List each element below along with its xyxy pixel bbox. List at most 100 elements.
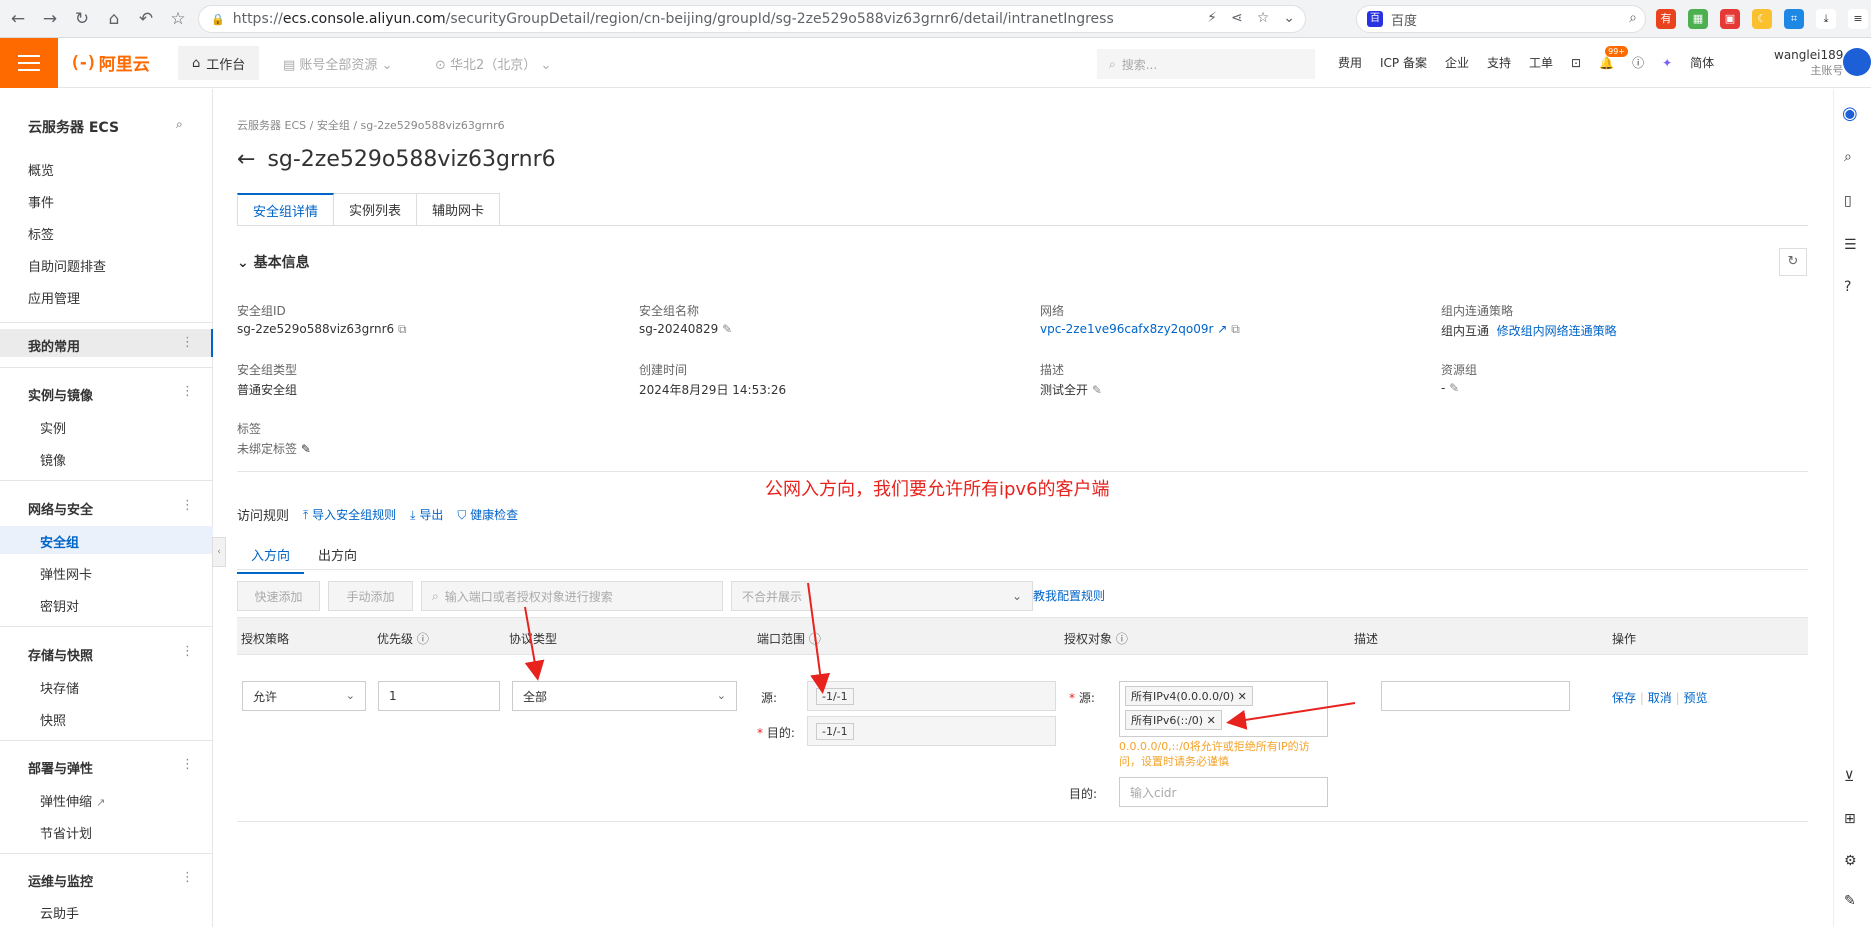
refresh-icon[interactable]: ↻: [1779, 248, 1807, 276]
home-icon[interactable]: ⌂: [100, 5, 128, 33]
sidebar-group-favorites[interactable]: 我的常用: [28, 336, 80, 355]
more-icon[interactable]: ⋮: [181, 757, 194, 772]
language-switch[interactable]: 简体: [1690, 54, 1714, 71]
description-input[interactable]: [1381, 681, 1570, 711]
sidebar-item-block-storage[interactable]: 块存储: [40, 678, 79, 697]
nav-icp[interactable]: ICP 备案: [1380, 54, 1427, 71]
search-icon[interactable]: ⌕: [176, 117, 183, 132]
sidebar-item-snapshot[interactable]: 快照: [40, 710, 66, 729]
breadcrumb-sg[interactable]: 安全组: [317, 119, 350, 132]
sidebar-group-network[interactable]: 网络与安全: [28, 499, 93, 518]
region-selector[interactable]: ⊙ 华北2（北京） ⌄: [435, 54, 551, 73]
more-icon[interactable]: ⋮: [181, 870, 194, 885]
basic-info-header[interactable]: ⌄ 基本信息: [237, 252, 310, 272]
pdf-icon[interactable]: ▣: [1720, 9, 1740, 29]
workbench-button[interactable]: ⌂ 工作台: [178, 46, 260, 80]
copy-icon[interactable]: ⧉: [1231, 322, 1240, 336]
sidebar-item-tags[interactable]: 标签: [28, 224, 54, 243]
back-arrow-icon[interactable]: ←: [237, 147, 255, 172]
health-check-link[interactable]: ⛉ 健康检查: [457, 506, 518, 523]
sidebar-item-keypair[interactable]: 密钥对: [40, 596, 79, 615]
more-icon[interactable]: ⋮: [181, 335, 194, 350]
reload-icon[interactable]: ↻: [68, 5, 96, 33]
cart-icon[interactable]: ⊻: [1844, 769, 1854, 785]
grid-icon[interactable]: ⊞: [1844, 811, 1856, 827]
terminal-icon[interactable]: ⊡: [1571, 56, 1581, 70]
sidebar-item-image[interactable]: 镜像: [40, 450, 66, 469]
sidebar-item-events[interactable]: 事件: [28, 192, 54, 211]
dst-port-input[interactable]: -1/-1: [807, 716, 1056, 746]
sidebar-group-instances[interactable]: 实例与镜像: [28, 385, 93, 404]
robot-icon[interactable]: ◉: [1842, 103, 1858, 124]
save-link[interactable]: 保存: [1612, 691, 1636, 705]
console-search[interactable]: ⌕ 搜索...: [1097, 49, 1315, 79]
star-icon[interactable]: ☆: [164, 5, 192, 33]
sidebar-item-eni[interactable]: 弹性网卡: [40, 564, 92, 583]
help-icon[interactable]: ⓘ: [417, 632, 429, 646]
settings-icon[interactable]: ⚙: [1844, 853, 1857, 869]
edit-icon[interactable]: ✎: [1092, 383, 1102, 397]
sidebar-item-security-group-row[interactable]: [0, 526, 213, 554]
tab-sg-detail[interactable]: 安全组详情: [237, 193, 335, 226]
hamburger-menu-button[interactable]: [0, 37, 58, 88]
modify-policy-link[interactable]: 修改组内网络连通策略: [1497, 324, 1617, 338]
forward-icon[interactable]: →: [36, 5, 64, 33]
user-menu[interactable]: wanglei189 主账号: [1774, 48, 1843, 78]
book-icon[interactable]: ▯: [1844, 193, 1852, 209]
protocol-select[interactable]: 全部 ⌄: [512, 681, 737, 711]
dropdown-icon[interactable]: ⌄: [1283, 10, 1295, 26]
notes-icon[interactable]: ☰: [1844, 237, 1857, 253]
manual-add-button[interactable]: 手动添加: [328, 581, 413, 611]
undo-icon[interactable]: ↶: [132, 5, 160, 33]
cancel-link[interactable]: 取消: [1648, 691, 1672, 705]
sidebar-item-savings-plan[interactable]: 节省计划: [40, 823, 92, 842]
help-icon[interactable]: ⓘ: [1116, 632, 1128, 646]
nav-billing[interactable]: 费用: [1338, 54, 1362, 71]
close-icon[interactable]: ✕: [1238, 690, 1247, 703]
preview-link[interactable]: 预览: [1683, 691, 1707, 705]
help-icon[interactable]: ⓘ: [809, 632, 821, 646]
tab-secondary-eni[interactable]: 辅助网卡: [417, 193, 501, 226]
edit-icon[interactable]: ✎: [722, 322, 732, 336]
cidr-input[interactable]: 输入cidr: [1119, 777, 1328, 807]
vpc-link[interactable]: vpc-2ze1ve96cafx8zy2qo09r: [1040, 322, 1213, 336]
external-link-icon[interactable]: ↗: [1217, 322, 1227, 336]
sidebar-item-troubleshoot[interactable]: 自助问题排查: [28, 256, 106, 275]
moon-icon[interactable]: ☾: [1752, 9, 1772, 29]
import-rules-link[interactable]: ⤒ 导入安全组规则: [303, 506, 396, 523]
sidebar-group-deploy[interactable]: 部署与弹性: [28, 758, 93, 777]
help-icon[interactable]: ⓘ: [1632, 54, 1644, 71]
sidebar-item-autoscaling[interactable]: 弹性伸缩 ↗: [40, 791, 105, 810]
apps-icon[interactable]: ▦: [1688, 9, 1708, 29]
close-icon[interactable]: ✕: [1207, 714, 1216, 727]
bookmark-icon[interactable]: ☆: [1257, 10, 1270, 26]
sidebar-item-instance[interactable]: 实例: [40, 418, 66, 437]
sidebar-item-security-group[interactable]: 安全组: [40, 532, 79, 551]
share-icon[interactable]: ⋖: [1231, 10, 1243, 26]
copy-icon[interactable]: ⧉: [398, 322, 407, 336]
aliyun-logo[interactable]: (-) 阿里云: [70, 50, 160, 76]
edit-icon[interactable]: ✎: [301, 442, 311, 456]
download-icon[interactable]: ⤓: [1816, 9, 1836, 29]
priority-input[interactable]: 1: [378, 681, 500, 711]
more-icon[interactable]: ⋮: [181, 384, 194, 399]
sidebar-group-storage[interactable]: 存储与快照: [28, 645, 93, 664]
nav-ticket[interactable]: 工单: [1529, 54, 1553, 71]
browser-search[interactable]: 百 百度 ⌕: [1356, 5, 1646, 33]
help-icon[interactable]: ?: [1844, 279, 1851, 295]
policy-select[interactable]: 允许 ⌄: [242, 681, 366, 711]
rule-search-input[interactable]: ⌕ 输入端口或者授权对象进行搜索: [421, 581, 723, 611]
bell-icon[interactable]: 🔔 99+: [1599, 45, 1628, 70]
address-bar[interactable]: 🔒 https://ecs.console.aliyun.com/securit…: [198, 5, 1306, 33]
sidebar-group-ops[interactable]: 运维与监控: [28, 871, 93, 890]
menu-icon[interactable]: ≡: [1848, 9, 1868, 29]
export-link[interactable]: ⤓ 导出: [410, 506, 443, 523]
merge-select[interactable]: 不合并展示 ⌄: [731, 581, 1033, 611]
edit-icon[interactable]: ✎: [1449, 381, 1459, 395]
crop-icon[interactable]: ⌗: [1784, 9, 1804, 29]
sidebar-item-overview[interactable]: 概览: [28, 160, 54, 179]
back-icon[interactable]: ←: [4, 5, 32, 33]
nav-support[interactable]: 支持: [1487, 54, 1511, 71]
breadcrumb-ecs[interactable]: 云服务器 ECS: [237, 119, 306, 132]
lightning-icon[interactable]: ⚡: [1207, 10, 1217, 26]
